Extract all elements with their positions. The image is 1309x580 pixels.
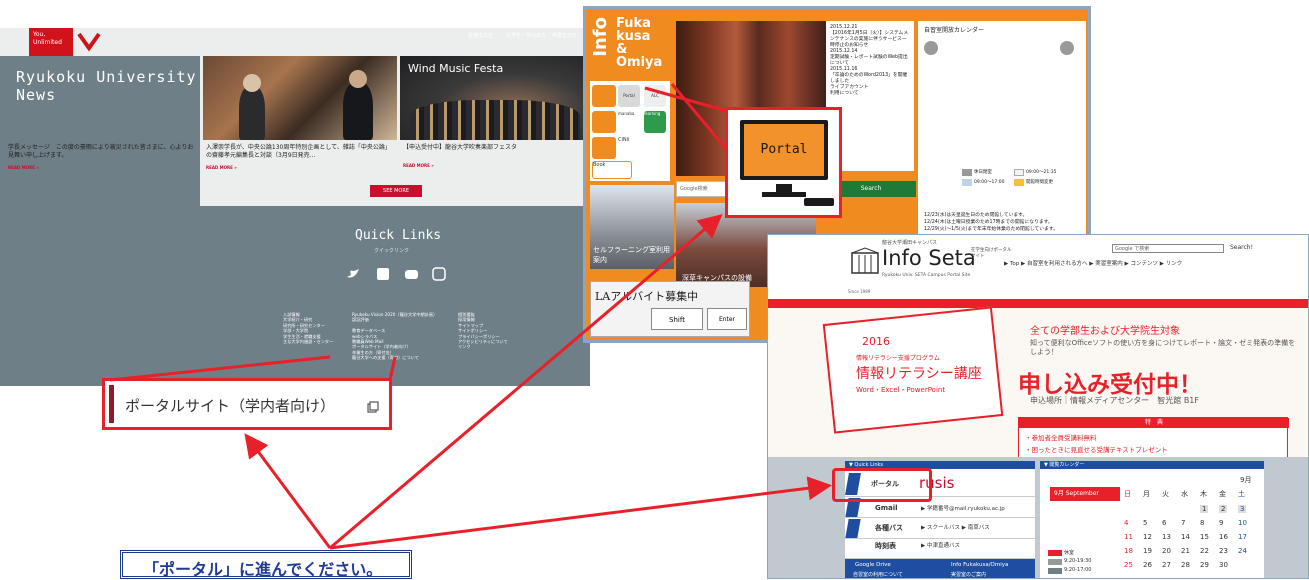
arrow-banner-to-seta [329, 476, 832, 550]
line-tile-to-icon-2 [670, 83, 729, 151]
arrow-banner-to-callout [244, 433, 332, 549]
arrow-banner-to-info [329, 214, 723, 550]
annotation-arrows [109, 83, 832, 550]
arrow-callout-to-link-2 [388, 356, 397, 381]
arrow-callout-to-link [109, 355, 331, 382]
